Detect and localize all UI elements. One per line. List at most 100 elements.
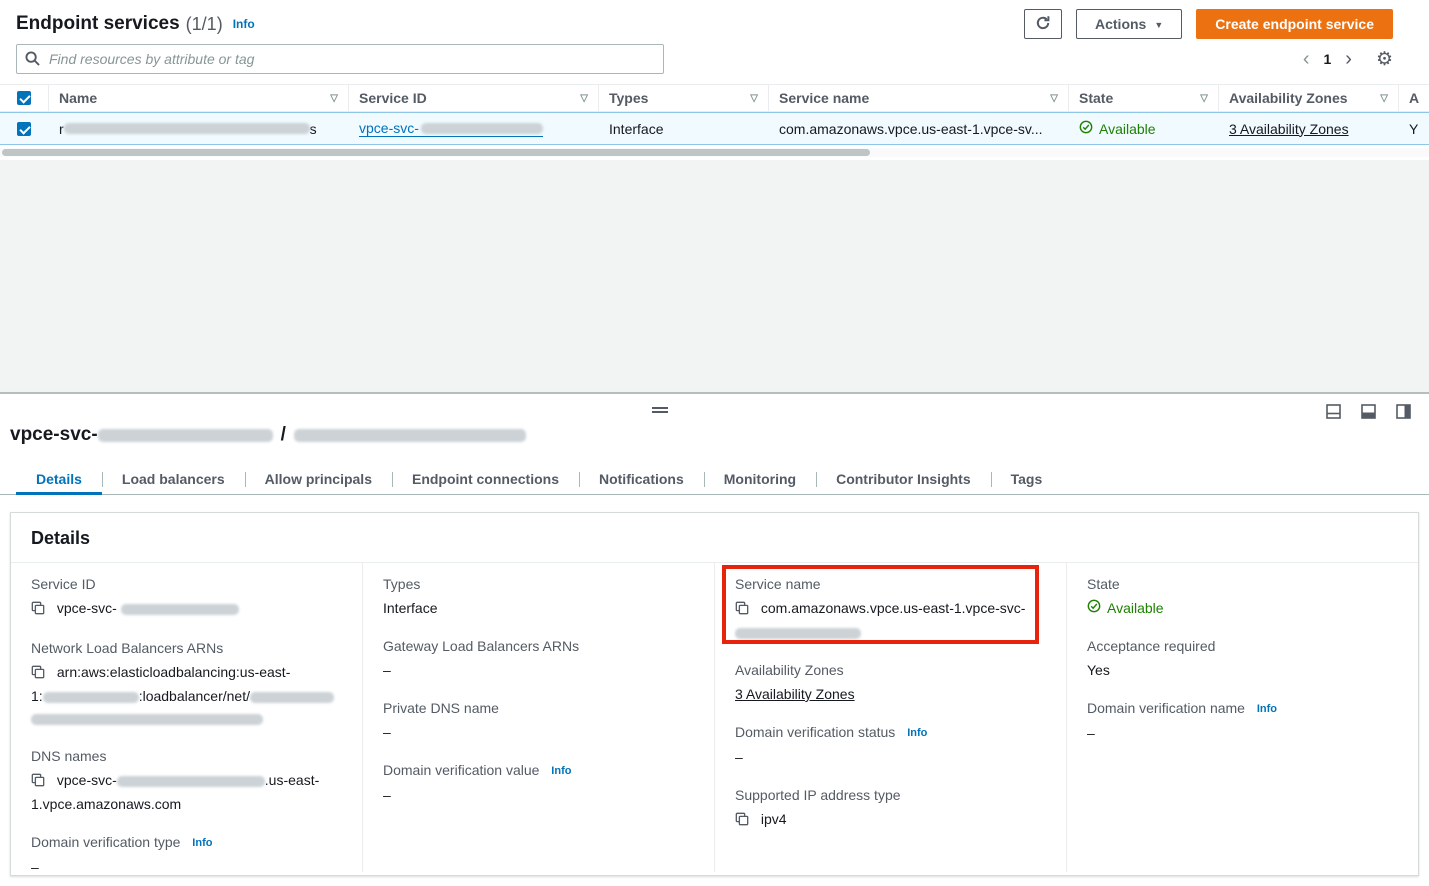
redacted-text [735, 628, 861, 639]
refresh-icon [1035, 15, 1051, 34]
panel-bottom-icon[interactable] [1326, 404, 1341, 422]
copy-icon[interactable] [735, 599, 749, 621]
field-availability-zones: Availability Zones 3 Availability Zones [735, 659, 1046, 705]
tab-endpoint-connections[interactable]: Endpoint connections [392, 464, 579, 494]
tab-notifications[interactable]: Notifications [579, 464, 704, 494]
table-toolbar: ‹ 1 › ⚙ [16, 44, 1393, 74]
check-circle-icon [1079, 120, 1093, 137]
field-dns-names: DNS names vpce-svc-.us-east- 1.vpce.amaz… [31, 745, 342, 815]
column-header-types[interactable]: Types ▽ [598, 85, 768, 111]
search-input[interactable] [16, 44, 664, 74]
endpoint-services-table: Name ▽ Service ID ▽ Types ▽ Service name… [0, 84, 1429, 145]
row-state-cell: Available [1068, 113, 1218, 144]
details-column-3: Service name com.amazonaws.vpce.us-east-… [714, 563, 1066, 872]
header-actions: Actions ▼ Create endpoint service [1024, 9, 1393, 39]
info-link[interactable]: Info [233, 17, 255, 31]
service-id-link[interactable]: vpce-svc- [359, 120, 543, 137]
tab-details[interactable]: Details [16, 464, 102, 494]
row-service-name-cell: com.amazonaws.vpce.us-east-1.vpce-sv... [768, 113, 1068, 144]
filter-caret-icon[interactable]: ▽ [330, 93, 338, 104]
column-header-availability-zones[interactable]: Availability Zones ▽ [1218, 85, 1398, 111]
filter-caret-icon[interactable]: ▽ [750, 93, 758, 104]
panel-layout-controls [1326, 404, 1411, 422]
preferences-gear-icon[interactable]: ⚙ [1376, 48, 1393, 71]
row-name-cell: r s [48, 113, 348, 144]
details-column-1: Service ID vpce-svc- Network Load Balanc… [11, 563, 362, 872]
copy-icon[interactable] [31, 663, 45, 685]
availability-zones-link[interactable]: 3 Availability Zones [735, 686, 855, 702]
tab-contributor-insights[interactable]: Contributor Insights [816, 464, 991, 494]
panel-title: vpce-svc- / [10, 424, 526, 446]
tab-tags[interactable]: Tags [991, 464, 1063, 494]
row-checkbox[interactable] [17, 122, 31, 136]
table-row[interactable]: r s vpce-svc- Interface com.amazonaws.vp… [0, 112, 1429, 145]
panel-split-bottom-icon[interactable] [1361, 404, 1376, 422]
pagination: ‹ 1 › ⚙ [1303, 48, 1393, 71]
details-column-4: State Available Acceptance required Yes [1066, 563, 1418, 872]
previous-page-button[interactable]: ‹ [1303, 49, 1310, 69]
column-header-service-name[interactable]: Service name ▽ [768, 85, 1068, 111]
field-state: State Available [1087, 573, 1398, 619]
field-domain-verification-status: Domain verification status Info – [735, 721, 1046, 768]
redacted-text [64, 123, 310, 134]
copy-icon[interactable] [31, 771, 45, 793]
refresh-button[interactable] [1024, 9, 1062, 39]
horizontal-scrollbar [0, 148, 1429, 157]
status-badge: Available [1079, 120, 1156, 137]
info-link[interactable]: Info [907, 727, 927, 739]
chevron-down-icon: ▼ [1154, 20, 1163, 30]
search-box [16, 44, 664, 74]
copy-icon[interactable] [735, 810, 749, 832]
create-endpoint-service-button[interactable]: Create endpoint service [1196, 9, 1393, 39]
next-page-button[interactable]: › [1345, 49, 1352, 69]
row-service-id-cell: vpce-svc- [348, 113, 598, 144]
row-types-cell: Interface [598, 113, 768, 144]
redacted-text [250, 692, 334, 703]
tab-monitoring[interactable]: Monitoring [704, 464, 816, 494]
redacted-text [121, 604, 239, 615]
tab-allow-principals[interactable]: Allow principals [245, 464, 392, 494]
row-select-cell [0, 113, 48, 144]
details-card: Details Service ID vpce-svc- Network Loa… [10, 512, 1419, 876]
actions-button[interactable]: Actions ▼ [1076, 9, 1182, 39]
redacted-text [43, 692, 139, 703]
redacted-text [294, 429, 526, 442]
field-service-name: Service name com.amazonaws.vpce.us-east-… [735, 573, 1046, 643]
page-header: Endpoint services (1/1) Info Actions ▼ C… [16, 8, 1393, 40]
column-header-service-id[interactable]: Service ID ▽ [348, 85, 598, 111]
check-circle-icon [1087, 597, 1101, 619]
split-panel-drag-handle[interactable] [650, 407, 670, 415]
field-domain-verification-name: Domain verification name Info – [1087, 697, 1398, 744]
split-panel-divider [0, 392, 1429, 394]
scrollbar-thumb[interactable] [2, 149, 870, 156]
field-supported-ip-address-type: Supported IP address type ipv4 [735, 784, 1046, 832]
filter-caret-icon[interactable]: ▽ [1050, 93, 1058, 104]
field-glb-arns: Gateway Load Balancers ARNs – [383, 635, 694, 681]
tab-load-balancers[interactable]: Load balancers [102, 464, 245, 494]
select-all-checkbox[interactable] [17, 91, 31, 105]
panel-split-side-icon[interactable] [1396, 404, 1411, 422]
filter-caret-icon[interactable]: ▽ [1380, 93, 1388, 104]
availability-zones-link[interactable]: 3 Availability Zones [1229, 121, 1349, 137]
empty-area [0, 160, 1429, 392]
copy-icon[interactable] [31, 599, 45, 621]
redacted-text [421, 123, 543, 134]
filter-caret-icon[interactable]: ▽ [580, 93, 588, 104]
redacted-text [117, 776, 265, 787]
column-header-state[interactable]: State ▽ [1068, 85, 1218, 111]
field-private-dns-name: Private DNS name – [383, 697, 694, 743]
info-link[interactable]: Info [551, 765, 571, 777]
endpoint-services-page: Endpoint services (1/1) Info Actions ▼ C… [0, 0, 1429, 886]
details-heading: Details [11, 513, 1418, 563]
field-domain-verification-type: Domain verification type Info – [31, 831, 342, 872]
field-domain-verification-value: Domain verification value Info – [383, 759, 694, 806]
info-link[interactable]: Info [192, 837, 212, 849]
filter-caret-icon[interactable]: ▽ [1200, 93, 1208, 104]
column-header-acceptance[interactable]: A [1398, 85, 1429, 111]
field-nlb-arns: Network Load Balancers ARNs arn:aws:elas… [31, 637, 342, 729]
column-header-name[interactable]: Name ▽ [48, 85, 348, 111]
field-types: Types Interface [383, 573, 694, 619]
row-acceptance-cell: Y [1398, 113, 1429, 144]
info-link[interactable]: Info [1257, 703, 1277, 715]
search-icon [25, 51, 40, 69]
